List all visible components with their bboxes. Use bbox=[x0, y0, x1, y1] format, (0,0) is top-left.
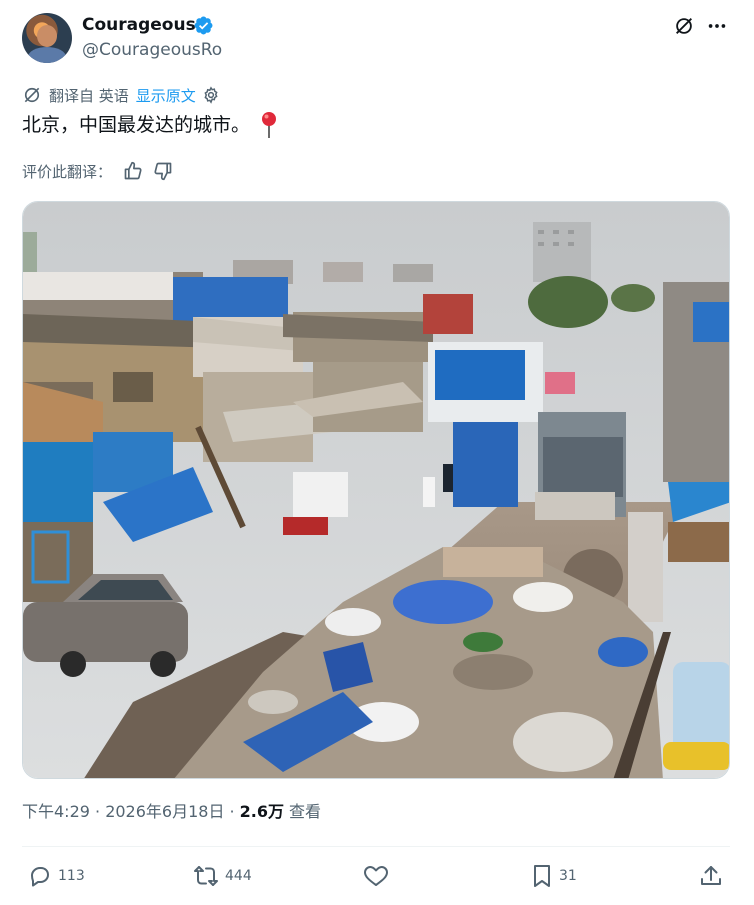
retweet-count: 444 bbox=[225, 868, 252, 884]
thumbs-up-button[interactable] bbox=[121, 159, 145, 183]
thumbs-down-icon bbox=[154, 162, 172, 181]
translation-settings-gear-icon[interactable] bbox=[202, 86, 220, 104]
author-name[interactable]: Courageous bbox=[82, 14, 196, 36]
tweet-timestamp[interactable]: 下午4:29 · 2026年6月18日 · bbox=[22, 801, 235, 823]
bookmark-icon bbox=[534, 865, 550, 887]
thumbs-down-button[interactable] bbox=[151, 159, 175, 183]
translation-info: 翻译自 英语 显示原文 bbox=[22, 84, 220, 106]
rate-translation: 评价此翻译： bbox=[22, 159, 175, 183]
rate-translation-label: 评价此翻译： bbox=[22, 162, 113, 181]
share-icon bbox=[701, 866, 721, 885]
like-button[interactable] bbox=[363, 861, 389, 891]
tweet-photo[interactable] bbox=[22, 201, 730, 779]
author-handle[interactable]: @CourageousRo bbox=[82, 39, 222, 61]
views-label: 查看 bbox=[288, 802, 321, 821]
reply-count: 113 bbox=[58, 868, 85, 884]
retweet-button[interactable]: 444 bbox=[193, 861, 252, 891]
bookmark-count: 31 bbox=[559, 868, 577, 884]
thumbs-up-icon bbox=[124, 161, 142, 180]
avatar-shirt bbox=[28, 47, 66, 63]
street-scene-image bbox=[23, 202, 729, 778]
tweet-meta: 下午4:29 · 2026年6月18日 · 2.6万 查看 bbox=[22, 801, 321, 823]
views-count: 2.6万 bbox=[239, 802, 284, 821]
bookmark-button[interactable]: 31 bbox=[531, 861, 577, 891]
tweet-text-content: 北京，中国最发达的城市。 bbox=[22, 114, 251, 136]
verified-badge-icon bbox=[194, 16, 213, 35]
retweet-icon bbox=[194, 866, 218, 886]
avatar-face bbox=[37, 25, 57, 47]
heart-icon bbox=[364, 866, 388, 886]
divider bbox=[22, 846, 730, 847]
more-options-icon[interactable] bbox=[706, 15, 728, 37]
reply-icon bbox=[31, 867, 49, 887]
location-pin-icon bbox=[262, 112, 277, 138]
grok-translate-icon bbox=[24, 87, 40, 103]
share-button[interactable] bbox=[699, 861, 723, 891]
avatar[interactable] bbox=[22, 13, 72, 63]
show-original-link[interactable]: 显示原文 bbox=[136, 85, 196, 106]
translated-from-label: 翻译自 英语 bbox=[49, 86, 129, 105]
grok-icon[interactable] bbox=[673, 15, 695, 37]
reply-button[interactable]: 113 bbox=[28, 861, 85, 891]
tweet-text: 北京，中国最发达的城市。 bbox=[22, 111, 280, 139]
